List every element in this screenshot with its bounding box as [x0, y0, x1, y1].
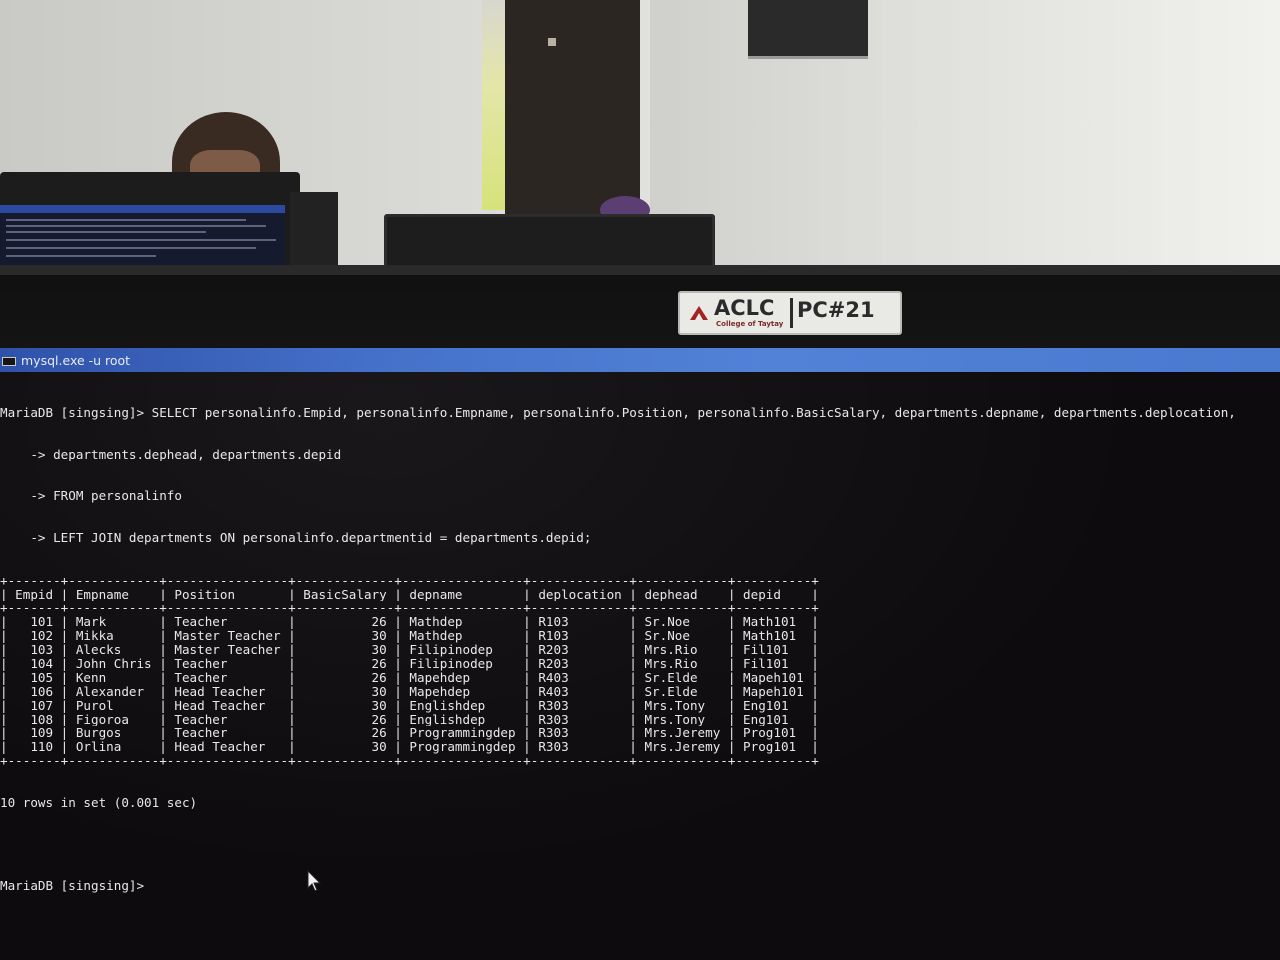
table-row: | 106 | Alexander | Head Teacher | 30 | …	[0, 684, 819, 699]
wall-frame	[748, 0, 868, 59]
command-line: MariaDB [singsing]> SELECT personalinfo.…	[0, 405, 1236, 420]
sticker-brand: ACLC	[714, 296, 775, 320]
command-line: -> departments.dephead, departments.depi…	[0, 447, 342, 462]
result-summary: 10 rows in set (0.001 sec)	[0, 795, 198, 810]
wall-shadow	[650, 0, 1280, 300]
aclc-logo-icon	[690, 306, 708, 320]
table-row: | 107 | Purol | Head Teacher | 30 | Engl…	[0, 698, 819, 713]
command-line: -> FROM personalinfo	[0, 489, 182, 504]
table-row: | 103 | Alecks | Master Teacher | 30 | F…	[0, 643, 819, 657]
table-border: +-------+------------+----------------+-…	[0, 754, 819, 769]
table-row: | 102 | Mikka | Master Teacher | 30 | Ma…	[0, 629, 819, 644]
sticker-pc-label: PC#21	[797, 298, 875, 322]
table-row: | 108 | Figoroa | Teacher | 26 | English…	[0, 712, 819, 727]
table-row: | 104 | John Chris | Teacher | 26 | Fili…	[0, 656, 819, 671]
result-table: +-------+------------+----------------+-…	[0, 574, 1280, 768]
table-row: | 101 | Mark | Teacher | 26 | Mathdep | …	[0, 615, 819, 630]
table-row: | 110 | Orlina | Head Teacher | 30 | Pro…	[0, 740, 819, 755]
table-border: +-------+------------+----------------+-…	[0, 601, 819, 616]
monitor-screen: mysql.exe -u root MariaDB [singsing]> SE…	[0, 348, 1280, 960]
sticker-subtitle: College of Taytay	[716, 320, 784, 328]
background-monitor-left-screen	[0, 205, 285, 270]
monitor-bezel-edge	[0, 265, 1280, 275]
table-row: | 109 | Burgos | Teacher | 26 | Programm…	[0, 726, 819, 741]
sticker-divider	[790, 298, 793, 328]
cabinet-label	[548, 38, 556, 46]
table-header-row: | Empid | Empname | Position | BasicSala…	[0, 587, 819, 602]
console-icon	[2, 357, 16, 366]
monitor-sticker: ACLC College of Taytay PC#21	[678, 291, 902, 335]
table-border: +-------+------------+----------------+-…	[0, 573, 819, 588]
table-row: | 105 | Kenn | Teacher | 26 | Mapehdep |…	[0, 670, 819, 685]
command-line: -> LEFT JOIN departments ON personalinfo…	[0, 530, 592, 545]
console-prompt[interactable]: MariaDB [singsing]>	[0, 879, 1280, 893]
console-output[interactable]: MariaDB [singsing]> SELECT personalinfo.…	[0, 378, 1280, 958]
cursor-arrow-icon	[307, 870, 321, 892]
window-titlebar[interactable]: mysql.exe -u root	[0, 348, 1280, 372]
window-title: mysql.exe -u root	[21, 353, 131, 368]
